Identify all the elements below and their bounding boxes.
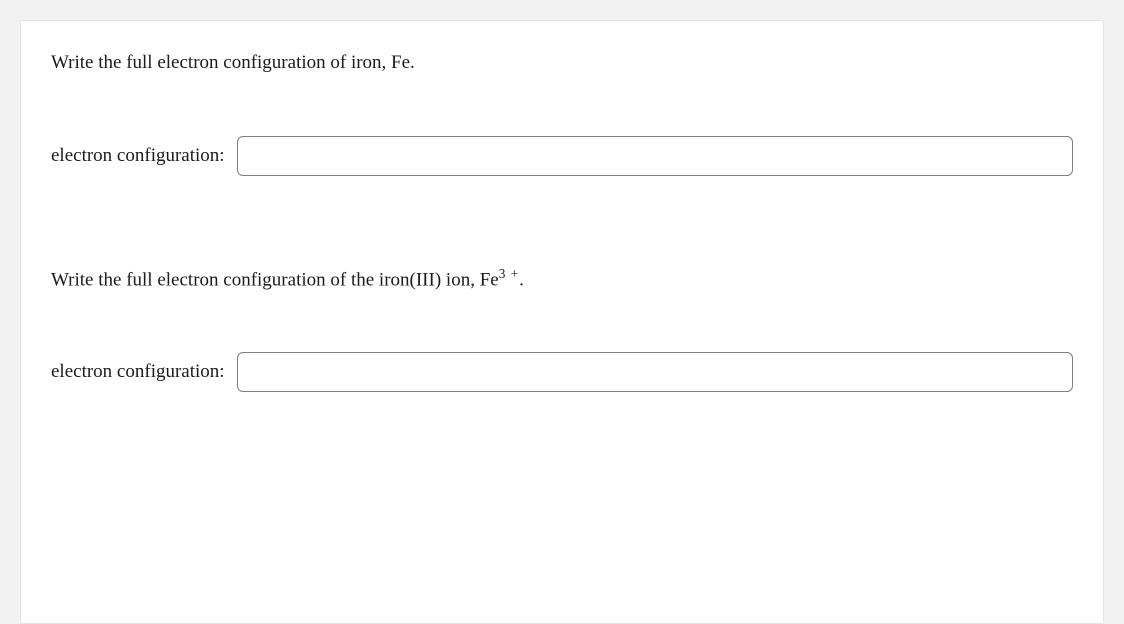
question-2-text-post: . (519, 269, 524, 290)
question-1-prompt: Write the full electron configuration of… (51, 49, 1073, 78)
question-2-prompt: Write the full electron configuration of… (51, 264, 1073, 295)
question-1-text: Write the full electron configuration of… (51, 52, 415, 73)
question-2-input-row: electron configuration: (51, 352, 1073, 392)
question-1-input-row: electron configuration: (51, 136, 1073, 176)
question-1-input[interactable] (237, 136, 1073, 176)
question-1-label: electron configuration: (51, 145, 225, 167)
question-2-text-pre: Write the full electron configuration of… (51, 269, 499, 290)
question-card: Write the full electron configuration of… (20, 20, 1104, 624)
question-2-label: electron configuration: (51, 361, 225, 383)
question-2-input[interactable] (237, 352, 1073, 392)
question-2-superscript: 3 + (499, 266, 519, 281)
